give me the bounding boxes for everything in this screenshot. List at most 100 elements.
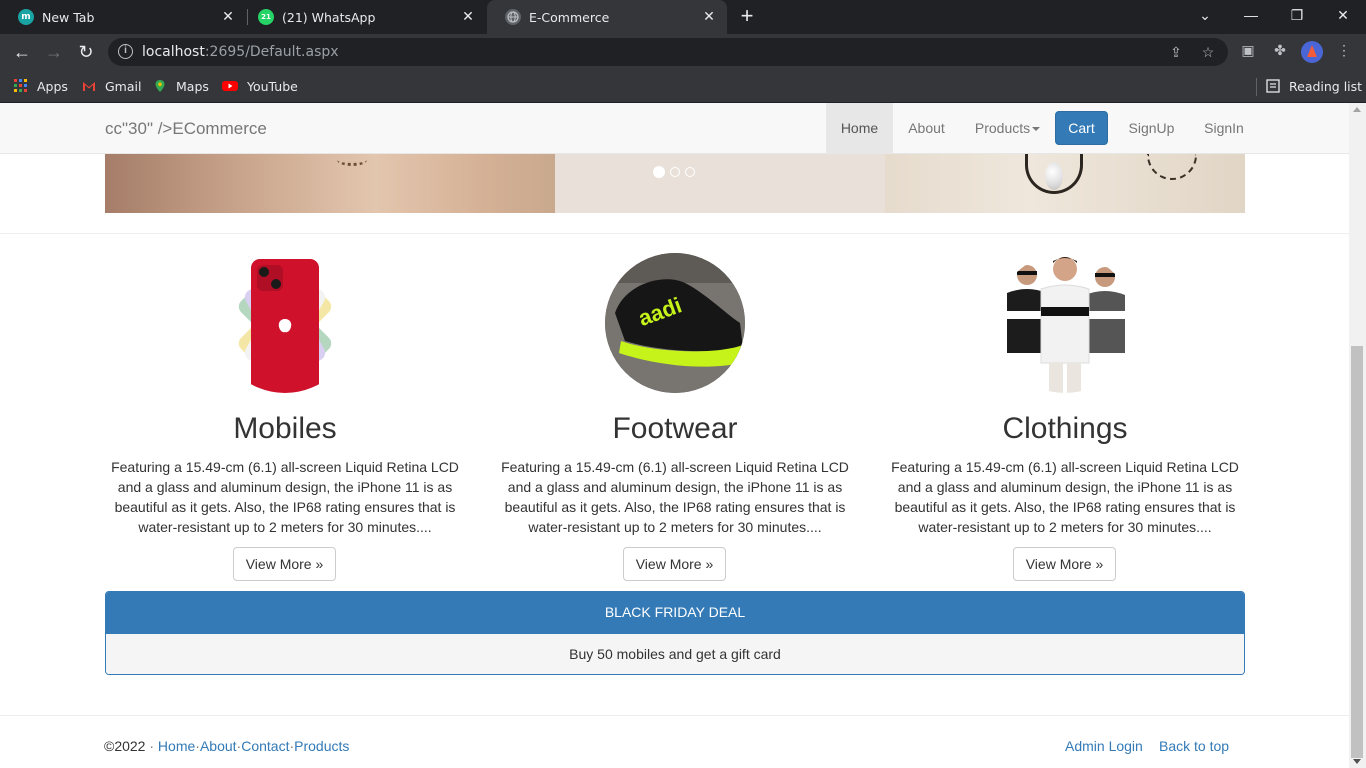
footer-link-home[interactable]: Home bbox=[158, 738, 195, 754]
url-text[interactable]: localhost:2695/Default.aspx bbox=[142, 44, 339, 60]
new-tab-favicon-icon: m bbox=[18, 9, 34, 25]
tab-ecommerce[interactable]: E-Commerce ✕ bbox=[487, 0, 727, 34]
carousel-image-background bbox=[555, 154, 885, 213]
scroll-down-arrow-icon[interactable] bbox=[1353, 759, 1361, 764]
minimize-button[interactable]: — bbox=[1228, 0, 1274, 30]
new-tab-button[interactable]: + bbox=[735, 5, 759, 29]
restore-button[interactable]: ❐ bbox=[1274, 0, 1320, 30]
extension-icon[interactable]: ▣ bbox=[1238, 40, 1258, 60]
maps-pin-icon bbox=[155, 80, 165, 92]
tab-search-icon[interactable]: ⌄ bbox=[1182, 0, 1228, 30]
footer-link-products[interactable]: Products bbox=[294, 738, 349, 754]
close-window-button[interactable]: ✕ bbox=[1320, 0, 1366, 30]
necklace-detail bbox=[337, 154, 367, 166]
category-title: Mobiles bbox=[233, 412, 337, 445]
cart-button[interactable]: Cart bbox=[1055, 111, 1108, 145]
share-icon[interactable]: ⇪ bbox=[1167, 43, 1185, 61]
footer-copyright: ©2022 bbox=[104, 738, 146, 754]
bookmarks-bar: Apps Gmail Maps YouTube Reading list bbox=[0, 70, 1366, 103]
category-description: Featuring a 15.49-cm (6.1) all-screen Li… bbox=[891, 459, 1239, 535]
youtube-icon bbox=[222, 81, 238, 91]
deal-panel: BLACK FRIDAY DEAL Buy 50 mobiles and get… bbox=[105, 591, 1245, 675]
footer-divider bbox=[0, 715, 1349, 716]
carousel-image-model bbox=[105, 154, 555, 213]
bookmark-label: Maps bbox=[176, 78, 209, 94]
site-info-icon[interactable]: i bbox=[118, 44, 133, 59]
browser-toolbar: ← → ↻ i localhost:2695/Default.aspx ⇪ ☆ bbox=[0, 34, 1366, 70]
scroll-up-arrow-icon[interactable] bbox=[1353, 107, 1361, 112]
url-host: localhost bbox=[142, 44, 205, 60]
profile-avatar-icon[interactable] bbox=[1301, 41, 1323, 63]
reading-list-label: Reading list bbox=[1289, 78, 1363, 94]
carousel-indicator-1[interactable] bbox=[653, 166, 665, 178]
nav-signin[interactable]: SignIn bbox=[1189, 103, 1259, 153]
carousel-indicator-2[interactable] bbox=[670, 167, 680, 177]
nav-signup[interactable]: SignUp bbox=[1114, 103, 1189, 153]
footer-separator: · bbox=[149, 738, 158, 754]
reading-list-button[interactable]: Reading list bbox=[1266, 77, 1362, 95]
bookmark-youtube[interactable]: YouTube bbox=[222, 77, 298, 95]
tab-title: E-Commerce bbox=[529, 9, 610, 25]
menu-dots-icon[interactable]: ⋮ bbox=[1334, 40, 1354, 60]
bookmark-label: Gmail bbox=[105, 78, 142, 94]
close-tab-icon[interactable]: ✕ bbox=[220, 9, 236, 25]
gmail-icon bbox=[83, 82, 95, 91]
footer-link-contact[interactable]: Contact bbox=[241, 738, 289, 754]
clothings-image bbox=[995, 253, 1135, 393]
carousel-indicator-3[interactable] bbox=[685, 167, 695, 177]
category-description: Featuring a 15.49-cm (6.1) all-screen Li… bbox=[501, 459, 849, 535]
site-brand[interactable]: cc"30" />ECommerce bbox=[105, 119, 267, 139]
category-description: Featuring a 15.49-cm (6.1) all-screen Li… bbox=[111, 459, 459, 535]
scrollbar-thumb[interactable] bbox=[1351, 346, 1363, 758]
apps-grid-icon bbox=[14, 79, 27, 92]
mobiles-image bbox=[215, 253, 355, 393]
section-divider bbox=[0, 233, 1349, 234]
page-scrollbar[interactable] bbox=[1349, 103, 1366, 768]
bookmark-label: Apps bbox=[37, 78, 68, 94]
charm-detail bbox=[1147, 154, 1197, 180]
tab-whatsapp[interactable]: 21 (21) WhatsApp ✕ bbox=[240, 0, 486, 34]
url-path: :2695/Default.aspx bbox=[204, 44, 339, 60]
globe-icon bbox=[505, 9, 521, 25]
bookmark-maps[interactable]: Maps bbox=[153, 77, 209, 95]
reading-list-icon bbox=[1266, 79, 1280, 93]
close-tab-icon[interactable]: ✕ bbox=[701, 9, 717, 25]
footer-links: ©2022 · Home·About·Contact·Products bbox=[104, 738, 349, 754]
browser-tab-strip: m New Tab ✕ 21 (21) WhatsApp ✕ E-Commerc… bbox=[0, 0, 1366, 34]
tab-title: (21) WhatsApp bbox=[282, 9, 376, 25]
bookmarks-separator bbox=[1256, 78, 1257, 96]
nav-home[interactable]: Home bbox=[826, 103, 893, 153]
site-navbar: cc"30" />ECommerce Home About Products C… bbox=[0, 103, 1349, 154]
back-to-top-link[interactable]: Back to top bbox=[1159, 738, 1229, 754]
category-title: Clothings bbox=[1002, 412, 1128, 445]
view-more-button[interactable]: View More » bbox=[1013, 547, 1116, 581]
deal-heading: BLACK FRIDAY DEAL bbox=[106, 592, 1244, 633]
carousel-image-jewelry bbox=[885, 154, 1245, 213]
back-arrow-icon[interactable]: ← bbox=[10, 40, 34, 64]
bookmark-gmail[interactable]: Gmail bbox=[82, 77, 141, 95]
footer-link-about[interactable]: About bbox=[200, 738, 237, 754]
nav-products-label: Products bbox=[974, 120, 1031, 136]
whatsapp-favicon-icon: 21 bbox=[258, 9, 274, 25]
nav-about[interactable]: About bbox=[893, 103, 960, 153]
category-title: Footwear bbox=[612, 412, 738, 445]
bookmark-apps[interactable]: Apps bbox=[14, 77, 68, 95]
address-bar[interactable]: i localhost:2695/Default.aspx ⇪ ☆ bbox=[108, 38, 1228, 66]
admin-login-link[interactable]: Admin Login bbox=[1065, 738, 1143, 754]
close-tab-icon[interactable]: ✕ bbox=[460, 9, 476, 25]
bookmark-star-icon[interactable]: ☆ bbox=[1199, 43, 1217, 61]
view-more-button[interactable]: View More » bbox=[623, 547, 726, 581]
view-more-button[interactable]: View More » bbox=[233, 547, 336, 581]
puzzle-icon[interactable]: ✤ bbox=[1270, 40, 1290, 60]
deal-body: Buy 50 mobiles and get a gift card bbox=[106, 633, 1244, 674]
reload-icon[interactable]: ↻ bbox=[74, 40, 98, 64]
tab-new-tab[interactable]: m New Tab ✕ bbox=[0, 0, 246, 34]
hero-carousel[interactable] bbox=[105, 154, 1245, 213]
bookmark-label: YouTube bbox=[247, 78, 298, 94]
nav-products-dropdown[interactable]: Products bbox=[960, 103, 1055, 153]
pearl-detail bbox=[1045, 162, 1063, 190]
tab-title: New Tab bbox=[42, 9, 95, 25]
web-page: cc"30" />ECommerce Home About Products C… bbox=[0, 103, 1349, 768]
footwear-image: aadi bbox=[605, 253, 745, 393]
forward-arrow-icon[interactable]: → bbox=[42, 40, 66, 64]
